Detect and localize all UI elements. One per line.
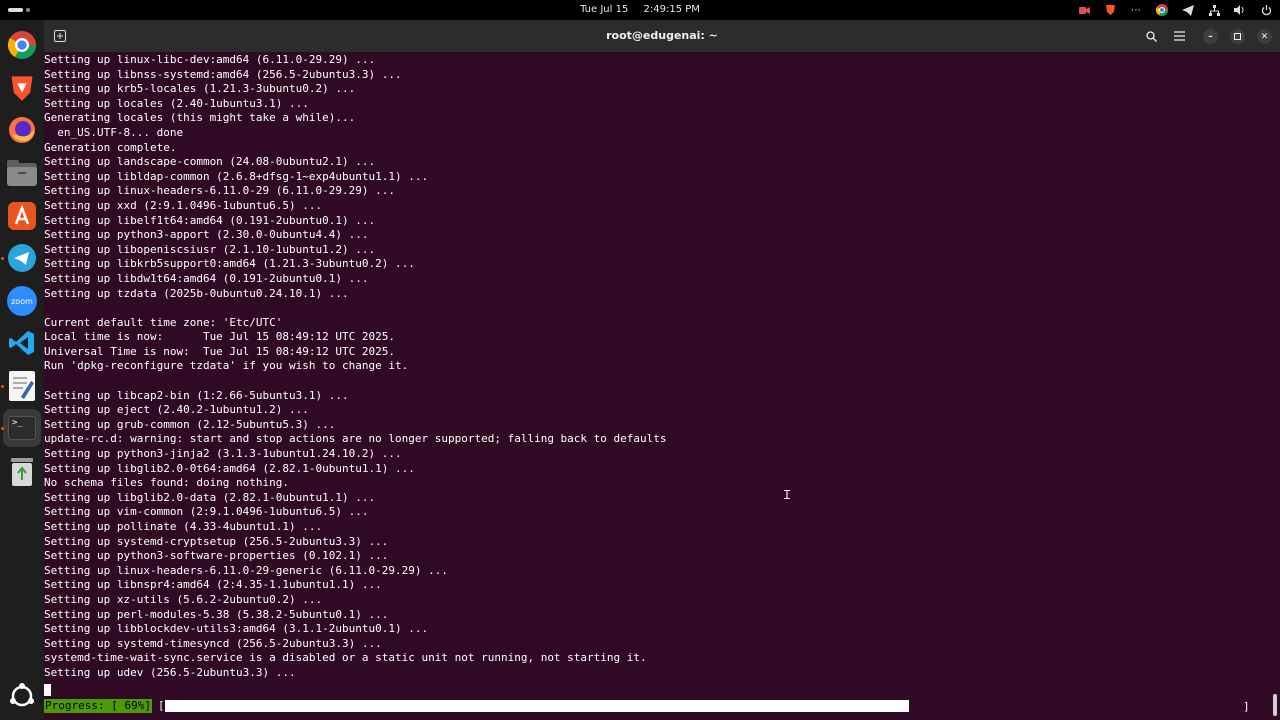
terminal-line: Setting up grub-common (2.12-5ubuntu5.3)… — [44, 417, 336, 431]
close-icon[interactable]: ✕ — [1257, 29, 1272, 44]
terminal-line: Setting up libdw1t64:amd64 (0.191-2ubunt… — [44, 271, 369, 285]
progress-bracket-open: [ — [158, 699, 165, 712]
brave-icon[interactable] — [6, 72, 38, 104]
terminal-line: Setting up libblockdev-utils3:amd64 (3.1… — [44, 622, 429, 636]
running-indicator — [1, 427, 4, 430]
terminal-line: Setting up pollinate (4.33-4ubuntu1.1) .… — [44, 520, 323, 533]
terminal-scrollbar[interactable] — [1273, 694, 1277, 716]
terminal-line: Current default time zone: 'Etc/UTC' — [44, 315, 283, 329]
terminal-line: Setting up libnspr4:amd64 (2:4.35-1.1ubu… — [44, 578, 382, 592]
terminal-line: en_US.UTF-8... done — [44, 125, 184, 139]
terminal-line: Setting up systemd-timesyncd (256.5-2ubu… — [44, 636, 382, 650]
terminal-line: Local time is now: Tue Jul 15 08:49:12 U… — [44, 330, 395, 344]
volume-icon[interactable] — [1234, 4, 1246, 16]
terminal-line: Setting up linux-headers-6.11.0-29-gener… — [44, 563, 448, 577]
window-title: root@edugenai: ~ — [606, 29, 718, 42]
terminal-line: Setting up python3-jinja2 (3.1.3-1ubuntu… — [44, 447, 402, 461]
terminal-line: No schema files found: doing nothing. — [44, 476, 290, 490]
terminal-line: Setting up libelf1t64:amd64 (0.191-2ubun… — [44, 213, 376, 227]
chrome-icon[interactable] — [1156, 4, 1168, 16]
terminal-line: Setting up udev (256.5-2ubuntu3.3) ... — [44, 665, 296, 679]
terminal-line: Setting up libopeniscsiusr (2.1.10-1ubun… — [44, 242, 376, 256]
terminal-line: Setting up landscape-common (24.08-0ubun… — [44, 155, 376, 169]
terminal-line: Setting up linux-libc-dev:amd64 (6.11.0-… — [44, 53, 376, 66]
power-icon[interactable] — [1260, 4, 1272, 16]
more-icon[interactable]: ⋯ — [1130, 4, 1142, 16]
dock: zoom >_ — [0, 20, 44, 720]
progress-bar — [165, 700, 909, 712]
trash-icon[interactable] — [6, 456, 38, 488]
terminal-line: Setting up python3-software-properties (… — [44, 549, 389, 563]
terminal-line: systemd-time-wait-sync.service is a disa… — [44, 651, 647, 665]
terminal-line: Setting up tzdata (2025b-0ubuntu0.24.10.… — [44, 286, 349, 300]
terminal-line: Setting up libldap-common (2.6.8+dfsg-1~… — [44, 169, 429, 183]
terminal-line: Setting up libnss-systemd:amd64 (256.5-2… — [44, 67, 402, 81]
terminal-line: Setting up xz-utils (5.6.2-2ubuntu0.2) .… — [44, 592, 323, 606]
terminal-line: update-rc.d: warning: start and stop act… — [44, 432, 667, 446]
terminal-line: Setting up python3-apport (2.30.0-0ubunt… — [44, 228, 369, 242]
progress-label: Progress: [ 69%] — [44, 699, 152, 713]
terminal-output: Setting up linux-libc-dev:amd64 (6.11.0-… — [44, 53, 667, 681]
firefox-icon[interactable] — [6, 114, 38, 146]
terminal-line: Setting up libglib2.0-0t64:amd64 (2.82.1… — [44, 461, 415, 475]
terminal-cursor — [44, 684, 51, 696]
search-icon[interactable] — [1140, 26, 1162, 46]
chrome-icon[interactable] — [6, 29, 38, 61]
terminal-line: Setting up krb5-locales (1.21.3-3ubuntu0… — [44, 82, 356, 96]
terminal-line: Setting up perl-modules-5.38 (5.38.2-5ub… — [44, 607, 389, 621]
maximize-icon[interactable] — [1230, 29, 1245, 44]
vscode-icon[interactable] — [6, 327, 38, 359]
terminal-line: Generation complete. — [44, 140, 177, 154]
progress-bracket-close: ] — [1243, 700, 1250, 713]
terminal-line: Setting up eject (2.40.2-1ubuntu1.2) ... — [44, 403, 309, 417]
terminal-line: Generating locales (this might take a wh… — [44, 111, 356, 125]
terminal-icon[interactable]: >_ — [6, 412, 38, 444]
text-cursor-icon: Ｉ — [781, 488, 794, 502]
clock-time: 2:49:15 PM — [643, 4, 700, 15]
zoom-icon[interactable]: zoom — [6, 285, 38, 317]
telegram-icon[interactable] — [6, 242, 38, 274]
terminal-line: Setting up systemd-cryptsetup (256.5-2ub… — [44, 534, 389, 548]
app-center-icon[interactable] — [6, 200, 38, 232]
running-indicator — [1, 385, 4, 388]
terminal-line: Run 'dpkg-reconfigure tzdata' if you wis… — [44, 359, 409, 373]
terminal-line: Universal Time is now: Tue Jul 15 08:49:… — [44, 344, 395, 358]
network-icon[interactable] — [1208, 4, 1220, 16]
zoom-label: zoom — [11, 296, 33, 306]
text-editor-icon[interactable] — [6, 370, 38, 402]
minimize-icon[interactable]: – — [1203, 29, 1218, 44]
brave-icon[interactable] — [1104, 4, 1116, 16]
telegram-icon[interactable] — [1182, 4, 1194, 16]
terminal-line: Setting up libcap2-bin (1:2.66-5ubuntu3.… — [44, 388, 349, 402]
camera-icon[interactable] — [1078, 4, 1090, 16]
terminal-line: Setting up locales (2.40-1ubuntu3.1) ... — [44, 96, 309, 110]
show-apps-icon[interactable] — [6, 680, 38, 712]
hamburger-menu-icon[interactable] — [1168, 26, 1190, 46]
terminal-area[interactable]: Setting up linux-libc-dev:amd64 (6.11.0-… — [44, 52, 1280, 720]
clock-date: Tue Jul 15 — [580, 4, 629, 15]
terminal-line: Setting up libglib2.0-data (2.82.1-0ubun… — [44, 490, 376, 504]
terminal-line: Setting up linux-headers-6.11.0-29 (6.11… — [44, 184, 395, 198]
terminal-line: Setting up vim-common (2:9.1.0496-1ubunt… — [44, 505, 369, 519]
window-title-bar: root@edugenai: ~ – ✕ — [44, 20, 1280, 52]
terminal-line: Setting up xxd (2:9.1.0496-1ubuntu6.5) .… — [44, 198, 323, 212]
running-indicator — [1, 257, 4, 260]
top-bar: Tue Jul 15 2:49:15 PM ⋯ — [0, 0, 1280, 20]
system-tray: ⋯ — [1078, 3, 1272, 17]
files-icon[interactable] — [6, 157, 38, 189]
terminal-line: Setting up libkrb5support0:amd64 (1.21.3… — [44, 257, 415, 271]
